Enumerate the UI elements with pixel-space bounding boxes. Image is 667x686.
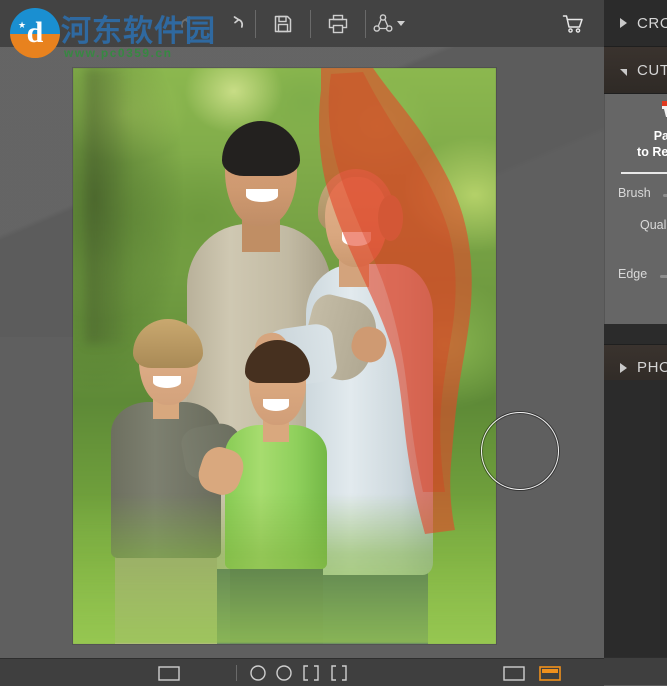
cutout-panel-body: Paint to Remove Brush Quality Edge (604, 94, 667, 324)
top-toolbar (0, 0, 604, 47)
chevron-right-icon (620, 362, 627, 373)
panel-section-photo-effects-label: PHOTO (637, 359, 667, 376)
panel-section-cutout[interactable]: CUT-OUT (604, 47, 667, 94)
chevron-down-icon (620, 68, 627, 76)
print-icon (328, 14, 348, 33)
photo-tree-trunk (85, 68, 124, 345)
save-icon (274, 15, 292, 32)
brush-slider[interactable] (663, 194, 667, 197)
undo-button[interactable] (168, 4, 212, 44)
toolbar-cart-group (551, 0, 595, 47)
zoom-out-icon (250, 664, 266, 681)
toolbar-history-group (168, 0, 256, 47)
edge-row-label: Edge (618, 267, 648, 281)
chevron-right-icon (620, 18, 627, 28)
undo-icon (180, 15, 191, 28)
photo-canvas[interactable] (73, 68, 496, 644)
paint-to-remove-selected-underline (621, 172, 667, 174)
panel-bottom-strip (604, 657, 667, 685)
panel-empty-area (604, 380, 667, 685)
apply-icon (539, 665, 561, 681)
redo-icon (233, 15, 244, 28)
panel-section-cutout-label: CUT-OUT (637, 61, 667, 79)
paint-brush-icon (662, 101, 667, 117)
figure-father-smile (246, 188, 279, 202)
toolbar-separator-2 (310, 9, 311, 38)
bottom-toolbar (0, 658, 604, 686)
cart-button[interactable] (551, 4, 595, 44)
toolbar-separator-3 (365, 9, 366, 38)
shopping-cart-icon (562, 14, 583, 33)
zoom-out-button[interactable] (245, 660, 271, 686)
share-icon (373, 13, 393, 32)
toolbar-file-group (250, 0, 405, 47)
brush-row-label: Brush (618, 186, 651, 200)
bottom-separator-1 (236, 664, 237, 681)
panel-section-crop-label: CROP (637, 14, 667, 32)
zoom-in-icon (276, 664, 292, 681)
figure-mother-smile (341, 232, 372, 246)
photo-grass (73, 494, 496, 644)
compare-button[interactable] (325, 660, 353, 686)
paint-to-remove-label-line2: to Remove (637, 145, 667, 159)
right-panel: CROP CUT-OUT Paint to Remove Brush Quali… (604, 0, 667, 685)
share-dropdown-caret[interactable] (397, 21, 405, 26)
print-button[interactable] (316, 4, 360, 44)
edge-slider[interactable] (660, 275, 667, 278)
fullscreen-button[interactable] (503, 660, 525, 686)
share-button[interactable] (371, 4, 405, 44)
brackets-icon (303, 664, 319, 681)
figure-mother-hair-back (377, 194, 403, 241)
compare-icon (331, 664, 347, 681)
zoom-in-button[interactable] (271, 660, 297, 686)
fit-to-screen-button[interactable] (158, 660, 180, 686)
rectangle-icon (503, 665, 525, 681)
panel-section-crop[interactable]: CROP (604, 0, 667, 47)
toolbar-separator-1 (255, 9, 256, 38)
paint-to-remove-tool[interactable]: Paint to Remove (615, 98, 667, 174)
editor-workspace (0, 47, 604, 658)
paint-to-remove-label-line1: Paint (653, 129, 667, 143)
save-button[interactable] (261, 4, 305, 44)
paint-to-remove-label: Paint to Remove (615, 128, 667, 160)
rectangle-icon (158, 665, 180, 681)
apply-button[interactable] (539, 660, 561, 686)
quality-row-label: Quality (640, 218, 667, 232)
figure-boy-smile (153, 376, 181, 388)
figure-girl-smile (263, 399, 289, 411)
actual-size-button[interactable] (297, 660, 325, 686)
